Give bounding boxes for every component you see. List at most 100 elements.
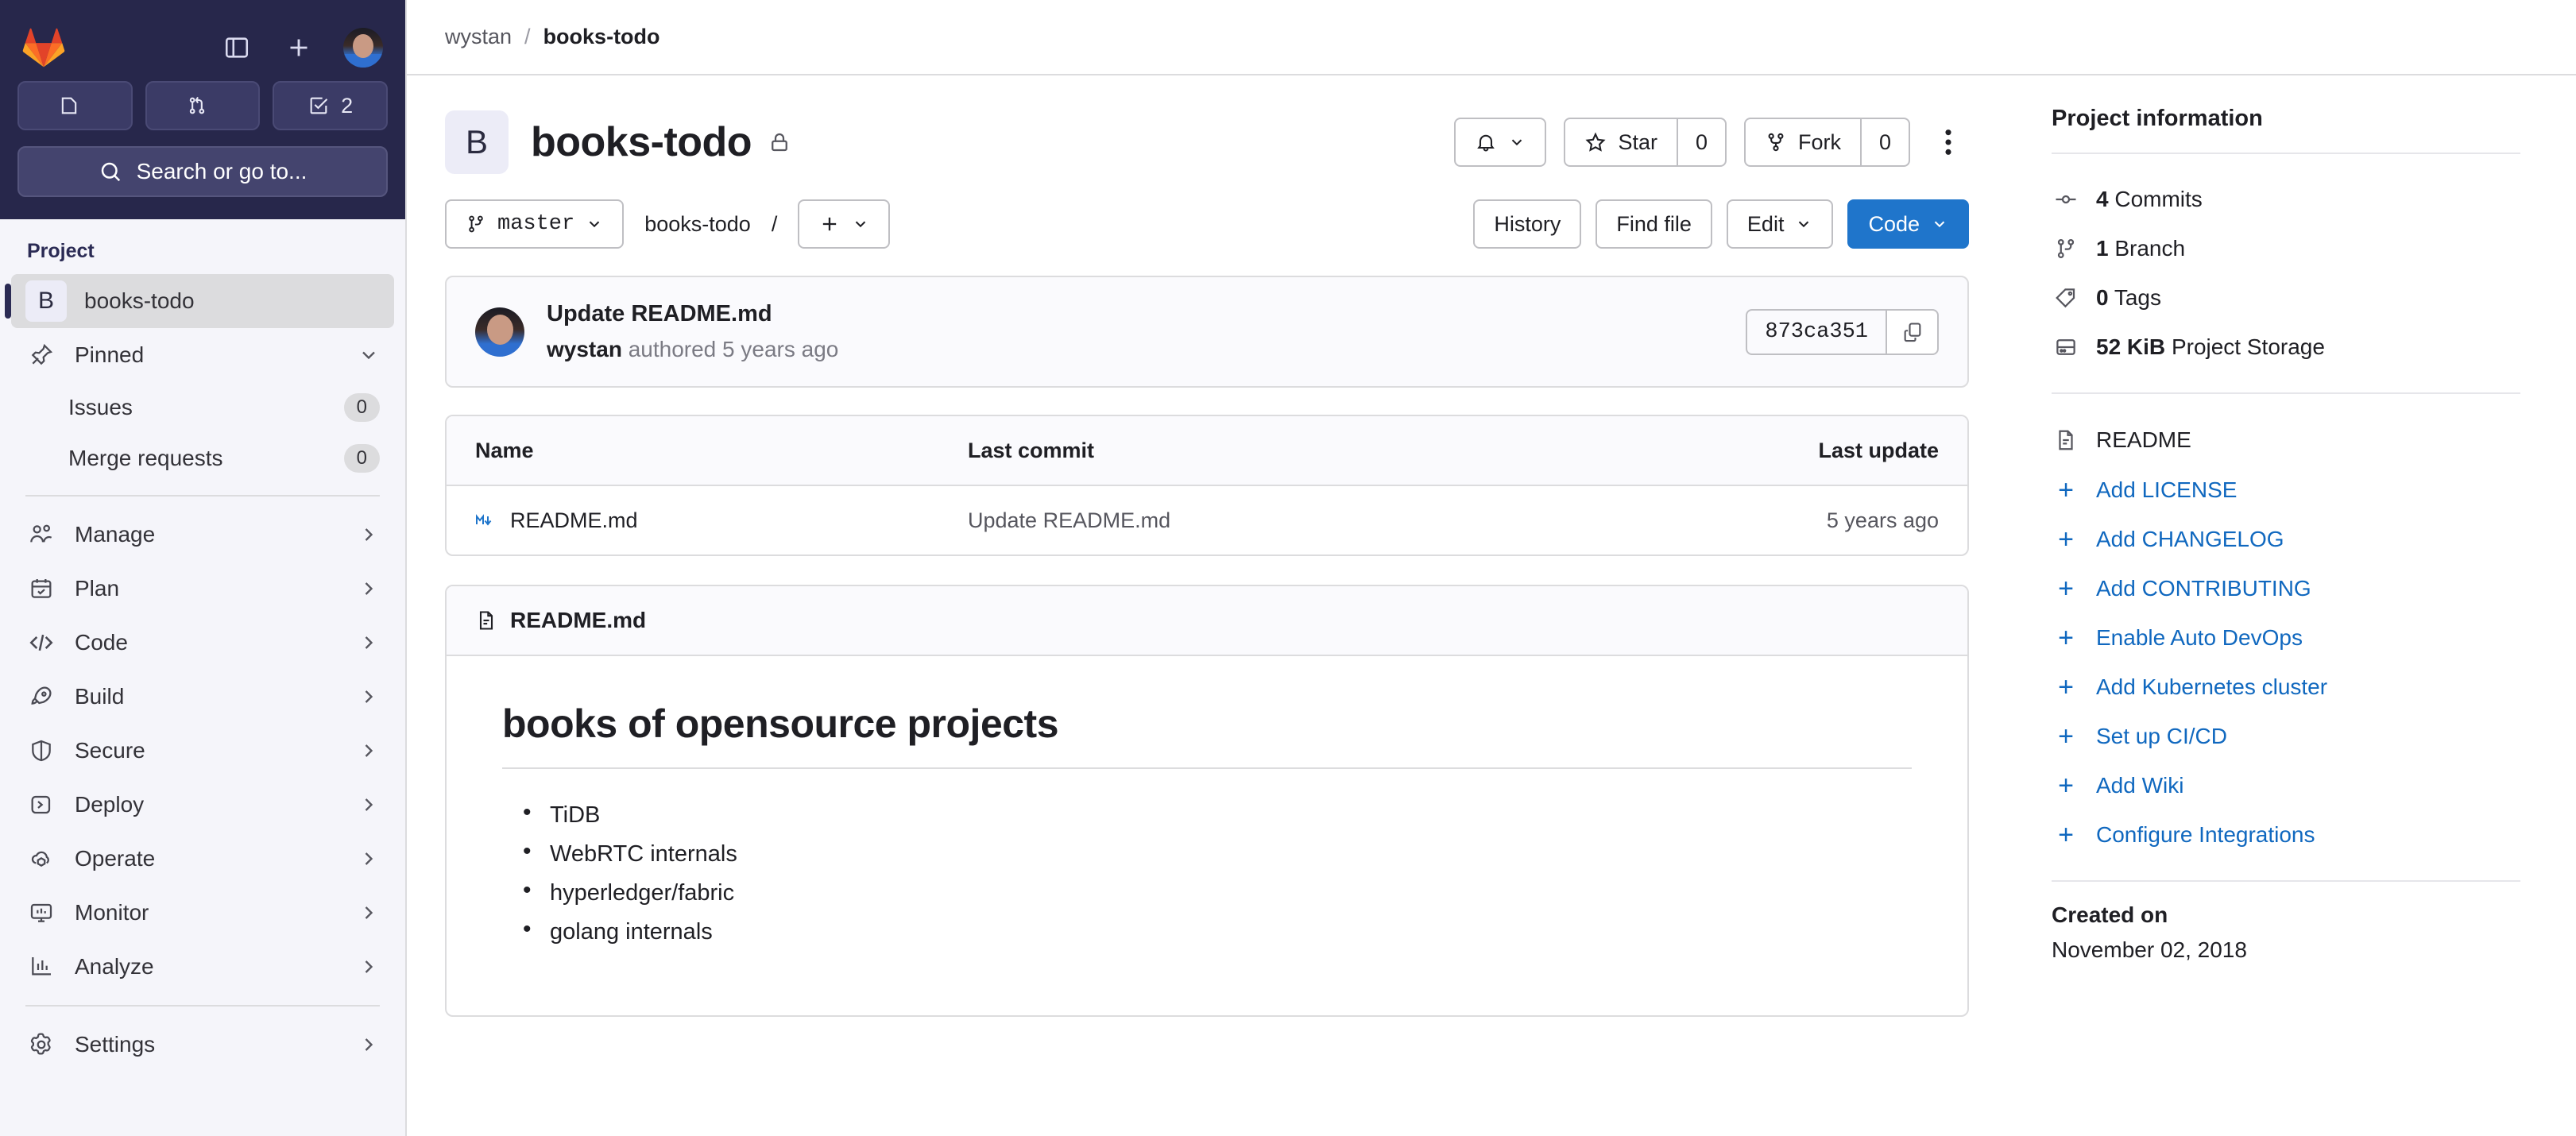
add-changelog-link[interactable]: + Add CHANGELOG [2052, 515, 2520, 564]
chart-icon [25, 951, 57, 983]
set-up-ci-cd-link[interactable]: + Set up CI/CD [2052, 712, 2520, 761]
star-count[interactable]: 0 [1677, 118, 1727, 167]
sidebar-item-code[interactable]: Code [11, 616, 394, 670]
commit-sha[interactable]: 873ca351 [1746, 308, 1886, 355]
sidebar-top-row [17, 17, 388, 78]
chevron-right-icon [358, 686, 380, 708]
commit-author[interactable]: wystan [547, 337, 622, 361]
sidebar-item-label: Monitor [75, 900, 149, 925]
tags-stat[interactable]: 0 Tags [2052, 273, 2520, 323]
add-license-link[interactable]: + Add LICENSE [2052, 466, 2520, 515]
star-button[interactable]: Star [1564, 118, 1677, 167]
gitlab-logo-icon[interactable] [22, 28, 65, 68]
sidebar-item-issues[interactable]: Issues 0 [11, 382, 394, 433]
sidebar-item-label: Build [75, 684, 125, 709]
file-name-cell: README.md [475, 508, 968, 533]
readme-link[interactable]: README [2052, 415, 2520, 466]
copy-icon[interactable] [1886, 308, 1939, 355]
sidebar-item-books-todo[interactable]: B books-todo [5, 274, 394, 328]
list-item: TiDB [523, 796, 1912, 835]
plus-icon: + [2058, 524, 2074, 554]
search-input[interactable]: Search or go to... [17, 146, 388, 197]
file-last-update: 5 years ago [1826, 508, 1939, 532]
storage-stat[interactable]: 52 KiB Project Storage [2052, 323, 2520, 372]
commit-author-avatar[interactable] [475, 307, 524, 357]
todos-count-pill[interactable]: 2 [273, 81, 389, 130]
issues-count-pill[interactable] [17, 81, 133, 130]
path-separator: / [771, 211, 778, 236]
add-kubernetes-cluster-link[interactable]: + Add Kubernetes cluster [2052, 663, 2520, 712]
sidebar-item-monitor[interactable]: Monitor [11, 886, 394, 940]
code-button[interactable]: Code [1847, 199, 1969, 249]
fork-count[interactable]: 0 [1861, 118, 1910, 167]
merge-requests-badge: 0 [343, 444, 380, 473]
star-button-group: Star 0 [1564, 118, 1727, 167]
plus-icon: + [2058, 623, 2074, 653]
edit-button[interactable]: Edit [1726, 199, 1834, 249]
sidebar-item-merge-requests[interactable]: Merge requests 0 [11, 433, 394, 484]
document-icon [475, 609, 497, 632]
sidebar-item-build[interactable]: Build [11, 670, 394, 724]
sidebar-item-deploy[interactable]: Deploy [11, 778, 394, 832]
tags-count: 0 [2096, 285, 2109, 310]
gear-icon [25, 1029, 57, 1061]
readme-list: TiDB WebRTC internals hyperledger/fabric… [502, 796, 1912, 952]
sidebar-item-plan[interactable]: Plan [11, 562, 394, 616]
storage-size: 52 KiB [2096, 334, 2166, 359]
issue-icon [58, 95, 80, 117]
sidebar-item-manage[interactable]: Manage [11, 508, 394, 562]
file-name[interactable]: README.md [510, 508, 638, 533]
toggle-sidebar-icon[interactable] [219, 30, 254, 65]
plus-icon: + [2058, 574, 2074, 604]
branch-icon [2052, 234, 2080, 263]
sidebar-top-icons [219, 28, 383, 68]
fork-button-group: Fork 0 [1744, 118, 1910, 167]
enable-auto-devops-link[interactable]: + Enable Auto DevOps [2052, 613, 2520, 663]
code-label: Code [1868, 211, 1920, 236]
divider [2052, 880, 2520, 882]
plus-icon: + [2058, 771, 2074, 801]
markdown-icon [475, 512, 497, 528]
breadcrumb-current[interactable]: books-todo [543, 25, 660, 49]
file-last-commit[interactable]: Update README.md [968, 508, 1748, 533]
table-row[interactable]: README.md Update README.md 5 years ago [447, 486, 1967, 554]
sidebar-section-title: Project [27, 240, 95, 262]
sidebar-item-label: Code [75, 630, 128, 655]
sidebar-item-secure[interactable]: Secure [11, 724, 394, 778]
add-contributing-link[interactable]: + Add CONTRIBUTING [2052, 564, 2520, 613]
sidebar-item-analyze[interactable]: Analyze [11, 940, 394, 994]
storage-icon [2052, 333, 2080, 361]
add-wiki-link[interactable]: + Add Wiki [2052, 761, 2520, 810]
breadcrumb-path-root[interactable]: books-todo [644, 212, 751, 237]
sidebar-item-settings[interactable]: Settings [11, 1018, 394, 1072]
create-new-icon[interactable] [281, 30, 316, 65]
sidebar-item-label: Pinned [75, 342, 145, 367]
last-commit-panel: Update README.md wystan authored 5 years… [445, 276, 1969, 388]
edit-label: Edit [1746, 211, 1785, 236]
notifications-button[interactable] [1454, 118, 1547, 167]
sidebar-item-pinned[interactable]: Pinned [11, 328, 394, 382]
kebab-vertical-icon[interactable] [1928, 118, 1969, 167]
sidebar-item-label: Secure [75, 738, 145, 763]
sidebar-divider [25, 495, 380, 497]
chevron-down-icon [1795, 215, 1812, 233]
branch-selector[interactable]: master [445, 199, 625, 249]
project-information-sidebar: Project information 4 Commits 1 Branch 0… [2004, 75, 2576, 1136]
add-to-repo-button[interactable] [798, 199, 891, 249]
readme-file-name[interactable]: README.md [510, 608, 646, 633]
configure-integrations-link[interactable]: + Configure Integrations [2052, 810, 2520, 860]
branches-stat[interactable]: 1 Branch [2052, 224, 2520, 273]
fork-button[interactable]: Fork [1744, 118, 1861, 167]
commits-stat[interactable]: 4 Commits [2052, 175, 2520, 224]
history-button[interactable]: History [1473, 199, 1582, 249]
commit-title[interactable]: Update README.md [547, 301, 838, 327]
find-file-button[interactable]: Find file [1595, 199, 1712, 249]
merge-requests-count-pill[interactable] [145, 81, 261, 130]
project-information-title: Project information [2052, 106, 2263, 131]
readme-panel: README.md books of opensource projects T… [445, 585, 1969, 1017]
sidebar-item-operate[interactable]: Operate [11, 832, 394, 886]
user-avatar[interactable] [343, 28, 383, 68]
readme-heading: books of opensource projects [502, 701, 1912, 769]
main-content: wystan / books-todo B books-todo Star 0 … [407, 0, 2576, 1136]
breadcrumb-owner[interactable]: wystan [445, 25, 512, 49]
